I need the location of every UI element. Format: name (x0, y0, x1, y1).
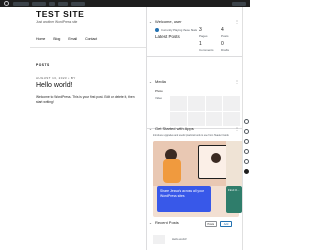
site-title[interactable]: TEST SITE (36, 9, 84, 19)
media-header: Media (155, 79, 166, 84)
media-tile[interactable] (223, 96, 240, 111)
promo-side-text: Find O... (228, 188, 240, 192)
promo-side-illustration (226, 141, 242, 186)
media-tile[interactable] (205, 111, 223, 126)
chevron-down-icon[interactable]: ⌄ (149, 18, 152, 26)
person-illustration (211, 153, 221, 163)
stat-drafts-label[interactable]: Drafts (221, 48, 229, 52)
admin-bar-edit-site[interactable] (71, 1, 85, 6)
rail-icon-1[interactable] (243, 119, 249, 124)
admin-bar (0, 0, 250, 7)
promo-cta-text: Share Jessa's across all your WordPress … (160, 189, 204, 198)
nav-item-home[interactable]: Home (36, 37, 45, 41)
media-tile[interactable] (170, 96, 187, 111)
admin-bar-site-link[interactable] (13, 1, 29, 6)
media-grid (170, 96, 240, 126)
post-date: AUGUST 13, 2023 • BY (36, 76, 76, 80)
stat-comments-label[interactable]: Comments (199, 48, 214, 52)
chevron-down-icon[interactable]: ⌄ (149, 219, 152, 227)
media-tile[interactable] (187, 111, 205, 126)
rail-icon-2[interactable] (243, 129, 249, 134)
welcome-line: Currently Playing these Stats (161, 28, 198, 32)
media-tile[interactable] (170, 111, 187, 126)
rail-icon-6[interactable] (243, 169, 249, 174)
media-tile[interactable] (223, 111, 240, 126)
welcome-header: Welcome, user (155, 19, 182, 24)
more-icon[interactable]: ⋮ (235, 78, 239, 86)
promo-cta[interactable]: Share Jessa's across all your WordPress … (157, 186, 211, 212)
stat-drafts-num: 0 (221, 41, 224, 47)
media-tab-video[interactable]: Video (155, 96, 162, 100)
admin-bar-user-menu[interactable] (232, 1, 246, 6)
side-rail (242, 7, 250, 250)
admin-bar-comments[interactable] (49, 1, 55, 6)
wordpress-logo-icon (155, 28, 159, 32)
media-tile[interactable] (187, 96, 205, 111)
stat-posts-label[interactable]: Posts (221, 34, 229, 38)
post-title[interactable]: Hello world! (36, 82, 73, 89)
primary-nav: Home Blog Email Contact (36, 37, 104, 41)
recent-post-link[interactable]: Hello world! (172, 237, 187, 241)
posts-section-label: POSTS (36, 63, 50, 67)
add-post-button[interactable]: Add (220, 221, 232, 227)
post-excerpt: Welcome to WordPress. This is your first… (36, 95, 135, 104)
latest-posts-label[interactable]: Latest Posts (155, 34, 180, 39)
stat-pages-num: 3 (199, 27, 202, 33)
nav-item-contact[interactable]: Contact (85, 37, 97, 41)
admin-bar-new[interactable] (58, 1, 68, 6)
media-tile[interactable] (205, 96, 223, 111)
stat-pages-label[interactable]: Pages (199, 34, 208, 38)
chevron-down-icon[interactable]: ⌄ (149, 78, 152, 86)
admin-bar-customize[interactable] (32, 1, 46, 6)
stat-comments-num: 1 (199, 41, 202, 47)
more-icon[interactable]: ⋮ (235, 18, 239, 26)
site-tagline: Just another WordPress site (36, 20, 78, 24)
chevron-down-icon[interactable]: ⌄ (149, 125, 152, 133)
stat-posts-num: 4 (221, 27, 224, 33)
post-type-select[interactable]: Posts (205, 221, 217, 227)
rail-icon-4[interactable] (243, 149, 249, 154)
apps-intro: Introduce upgrades and useful practical … (153, 134, 229, 137)
rail-icon-5[interactable] (243, 159, 249, 164)
rail-icon-3[interactable] (243, 139, 249, 144)
promo-side-card[interactable]: Find O... (226, 186, 242, 213)
card-divider (147, 56, 242, 57)
apps-header: Get Started with Apps (155, 126, 194, 131)
recent-posts-header: Recent Posts (155, 220, 179, 225)
more-icon[interactable]: ⋮ (235, 125, 239, 133)
wordpress-logo-icon[interactable] (4, 1, 9, 6)
post-thumbnail[interactable] (153, 235, 165, 244)
media-tab-photo[interactable]: Photo (155, 89, 163, 93)
site-preview (0, 7, 146, 250)
person-illustration (163, 159, 181, 183)
nav-item-blog[interactable]: Blog (53, 37, 60, 41)
nav-item-email[interactable]: Email (68, 37, 77, 41)
